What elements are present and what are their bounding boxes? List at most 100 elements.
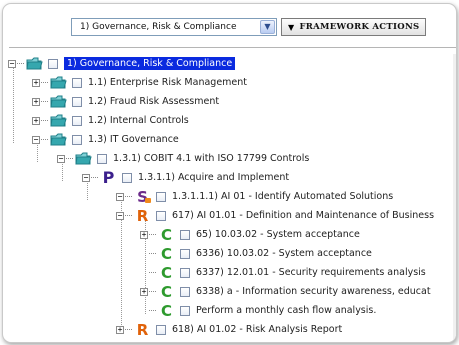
- collapse-icon[interactable]: −: [57, 154, 65, 163]
- checkbox[interactable]: [156, 210, 166, 221]
- folder-icon: [50, 114, 67, 128]
- tree-node-label[interactable]: 1.3.1) COBIT 4.1 with ISO 17799 Controls: [113, 153, 309, 164]
- tree-node[interactable]: − 1.3.1) COBIT 4.1 with ISO 17799 Contro…: [57, 150, 309, 167]
- tree-connector: [41, 120, 48, 121]
- collapse-icon[interactable]: −: [82, 173, 90, 182]
- tree-node-label[interactable]: 1.3.1.1) Acquire and Implement: [138, 172, 289, 183]
- risk-icon: R: [134, 206, 151, 225]
- tree-node[interactable]: C 6336) 10.03.02 - System acceptance: [140, 245, 372, 262]
- tree-connector: [41, 139, 48, 140]
- framework-actions-label: FRAMEWORK ACTIONS: [299, 22, 420, 32]
- tree-node[interactable]: − P 1.3.1.1) Acquire and Implement: [82, 169, 289, 186]
- tree-node[interactable]: + 1.2) Fraud Risk Assessment: [32, 93, 219, 110]
- tree-node-label[interactable]: 617) AI 01.01 - Definition and Maintenan…: [172, 210, 434, 221]
- expand-icon[interactable]: +: [140, 230, 148, 239]
- tree-node-label[interactable]: Perform a monthly cash flow analysis.: [196, 305, 376, 316]
- tree-node-label[interactable]: 618) AI 01.02 - Risk Analysis Report: [172, 324, 342, 335]
- checkbox[interactable]: [180, 286, 190, 297]
- tree-connector: [41, 82, 48, 83]
- tree-node[interactable]: − R 617) AI 01.01 - Definition and Maint…: [116, 207, 434, 224]
- collapse-icon[interactable]: −: [8, 59, 16, 68]
- checkbox[interactable]: [180, 305, 190, 316]
- tree-node[interactable]: − 1.3) IT Governance: [32, 131, 179, 148]
- tree-node-label[interactable]: 65) 10.03.02 - System acceptance: [196, 229, 360, 240]
- expand-icon[interactable]: +: [32, 97, 40, 106]
- tree-node[interactable]: C Perform a monthly cash flow analysis.: [140, 302, 376, 319]
- control-icon: C: [158, 265, 175, 280]
- subprocess-icon: S: [134, 189, 151, 204]
- control-letter: C: [160, 225, 172, 244]
- checkbox[interactable]: [156, 191, 166, 202]
- control-letter: C: [160, 244, 172, 263]
- tree-connector: [125, 329, 132, 330]
- tree-node-label[interactable]: 1.2) Internal Controls: [88, 115, 189, 126]
- checkbox[interactable]: [72, 77, 82, 88]
- collapse-icon[interactable]: −: [32, 135, 40, 144]
- checkbox[interactable]: [122, 172, 132, 183]
- risk-icon: R: [134, 320, 151, 339]
- control-icon: C: [158, 303, 175, 318]
- collapse-icon[interactable]: −: [116, 192, 124, 201]
- tree-node-label[interactable]: 1.1) Enterprise Risk Management: [88, 77, 247, 88]
- tree-node-label[interactable]: 1.3.1.1.1) AI 01 - Identify Automated So…: [172, 191, 393, 202]
- framework-select-value: 1) Governance, Risk & Compliance: [80, 22, 237, 32]
- tree-connector: [91, 177, 98, 178]
- tree-node-label[interactable]: 1) Governance, Risk & Compliance: [64, 57, 236, 70]
- checkbox[interactable]: [180, 248, 190, 259]
- tree-connector: [149, 272, 156, 273]
- tree-guide-line: [13, 66, 14, 143]
- collapse-icon[interactable]: −: [116, 211, 124, 220]
- checkbox[interactable]: [72, 115, 82, 126]
- tree-node[interactable]: + R 618) AI 01.02 - Risk Analysis Report: [116, 321, 342, 338]
- folder-icon: [50, 133, 67, 147]
- control-icon: C: [158, 282, 175, 301]
- control-icon: C: [158, 244, 175, 263]
- chevron-down-icon[interactable]: ▼: [260, 20, 275, 34]
- folder-icon: [75, 152, 92, 166]
- toolbar-divider: [9, 47, 456, 48]
- risk-letter: R: [136, 206, 149, 225]
- expand-icon[interactable]: +: [116, 325, 124, 334]
- tree-connector: [149, 253, 156, 254]
- tree-connector: [125, 196, 132, 197]
- risk-letter: R: [136, 320, 149, 339]
- tree-node-label[interactable]: 6338) a - Information security awareness…: [196, 286, 431, 297]
- tree-node[interactable]: − S 1.3.1.1.1) AI 01 - Identify Automate…: [116, 188, 393, 205]
- tree-node-label[interactable]: 1.3) IT Governance: [88, 134, 179, 145]
- checkbox[interactable]: [48, 58, 58, 69]
- expand-icon[interactable]: +: [140, 287, 148, 296]
- process-letter: P: [102, 167, 115, 187]
- tree-connector: [17, 63, 24, 64]
- tree-node[interactable]: + C 6338) a - Information security aware…: [140, 283, 431, 300]
- framework-panel: 1) Governance, Risk & Compliance ▼ ▼ FRA…: [2, 3, 457, 343]
- checkbox[interactable]: [97, 153, 107, 164]
- tree-connector: [66, 158, 73, 159]
- framework-tree: − 1) Governance, Risk & Compliance + 1.1…: [3, 54, 456, 340]
- tree-node[interactable]: + 1.1) Enterprise Risk Management: [32, 74, 247, 91]
- tree-node-label[interactable]: 6337) 12.01.01 - Security requirements a…: [196, 267, 426, 278]
- tree-connector: [149, 291, 156, 292]
- tree-connector: [149, 310, 156, 311]
- checkbox[interactable]: [180, 229, 190, 240]
- expand-icon[interactable]: +: [32, 78, 40, 87]
- folder-icon: [50, 76, 67, 90]
- framework-actions-button[interactable]: ▼ FRAMEWORK ACTIONS: [281, 18, 427, 36]
- scrollbar[interactable]: [453, 54, 456, 340]
- tree-node[interactable]: − 1) Governance, Risk & Compliance: [8, 55, 236, 72]
- checkbox[interactable]: [72, 96, 82, 107]
- expand-icon[interactable]: +: [32, 116, 40, 125]
- tree-node[interactable]: + 1.2) Internal Controls: [32, 112, 189, 129]
- tree-node[interactable]: C 6337) 12.01.01 - Security requirements…: [140, 264, 426, 281]
- control-letter: C: [160, 282, 172, 301]
- tree-node-label[interactable]: 6336) 10.03.02 - System acceptance: [196, 248, 372, 259]
- tree-connector: [125, 215, 132, 216]
- tree-node[interactable]: + C 65) 10.03.02 - System acceptance: [140, 226, 360, 243]
- folder-icon: [50, 95, 67, 109]
- checkbox[interactable]: [156, 324, 166, 335]
- checkbox[interactable]: [180, 267, 190, 278]
- toolbar: 1) Governance, Risk & Compliance ▼ ▼ FRA…: [71, 16, 427, 38]
- triangle-down-icon: ▼: [288, 22, 295, 32]
- framework-select[interactable]: 1) Governance, Risk & Compliance ▼: [71, 18, 277, 36]
- checkbox[interactable]: [72, 134, 82, 145]
- tree-node-label[interactable]: 1.2) Fraud Risk Assessment: [88, 96, 219, 107]
